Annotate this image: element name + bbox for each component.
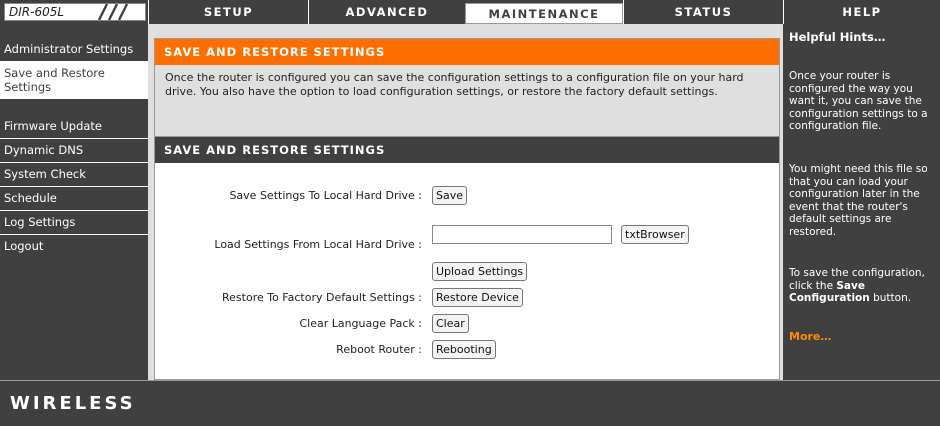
model-label: DIR-605L [9, 5, 65, 19]
top-nav-bar: DIR-605L SETUP ADVANCED MAINTENANCE STAT… [0, 0, 940, 24]
clear-language-label: Clear Language Pack : [299, 317, 422, 330]
load-settings-label: Load Settings From Local Hard Drive : [214, 238, 422, 251]
hints-title: Helpful Hints… [789, 30, 886, 44]
settings-title: SAVE AND RESTORE SETTINGS [155, 137, 779, 163]
sidebar-item-schedule[interactable]: Schedule [0, 187, 148, 211]
slashes-logo-icon [97, 3, 129, 21]
reboot-router-label: Reboot Router : [336, 343, 422, 356]
restore-device-button[interactable]: Restore Device [432, 288, 523, 307]
intro-title: SAVE AND RESTORE SETTINGS [155, 39, 779, 65]
settings-panel: SAVE AND RESTORE SETTINGS Save Settings … [154, 136, 780, 380]
save-button[interactable]: Save [432, 186, 468, 205]
hint-paragraph-3: To save the configuration, click the Sav… [789, 267, 937, 305]
sidebar-item-firmware-update[interactable]: Firmware Update [0, 115, 148, 139]
settings-file-input[interactable] [432, 225, 612, 244]
sidebar-item-log-settings[interactable]: Log Settings [0, 211, 148, 235]
sidebar-item-save-and-restore-settings[interactable]: Save and Restore Settings [0, 62, 148, 99]
tab-advanced[interactable]: ADVANCED [308, 0, 465, 24]
clear-button[interactable]: Clear [432, 314, 469, 333]
sidebar-item-administrator-settings[interactable]: Administrator Settings [0, 38, 148, 62]
more-link[interactable]: More… [789, 330, 831, 343]
sidebar-item-dynamic-dns[interactable]: Dynamic DNS [0, 139, 148, 163]
main-content: SAVE AND RESTORE SETTINGS Once the route… [148, 24, 783, 380]
helpful-hints-panel: Helpful Hints… Once your router is confi… [783, 24, 940, 380]
model-badge: DIR-605L [4, 3, 146, 21]
wireless-logo: WIRELESS [10, 393, 136, 414]
intro-text: Once the router is configured you can sa… [165, 71, 744, 98]
sidebar-item-logout[interactable]: Logout [0, 235, 148, 259]
tab-setup[interactable]: SETUP [148, 0, 308, 24]
rebooting-button[interactable]: Rebooting [432, 340, 496, 359]
browse-button[interactable]: txtBrowser [621, 225, 689, 244]
sidebar: Administrator Settings Save and Restore … [0, 38, 148, 380]
restore-default-label: Restore To Factory Default Settings : [222, 291, 422, 304]
hint-paragraph-1: Once your router is configured the way y… [789, 70, 928, 132]
save-settings-label: Save Settings To Local Hard Drive : [229, 189, 422, 202]
hint-paragraph-2: You might need this file so that you can… [789, 163, 928, 238]
hint-paragraph-3-suffix: button. [869, 292, 912, 304]
sidebar-item-system-check[interactable]: System Check [0, 163, 148, 187]
tab-maintenance[interactable]: MAINTENANCE [465, 3, 623, 24]
footer: WIRELESS [0, 380, 940, 426]
tab-help[interactable]: HELP [783, 0, 940, 24]
intro-panel: SAVE AND RESTORE SETTINGS Once the route… [154, 38, 780, 144]
upload-settings-button[interactable]: Upload Settings [432, 262, 528, 281]
tab-status[interactable]: STATUS [623, 0, 783, 24]
